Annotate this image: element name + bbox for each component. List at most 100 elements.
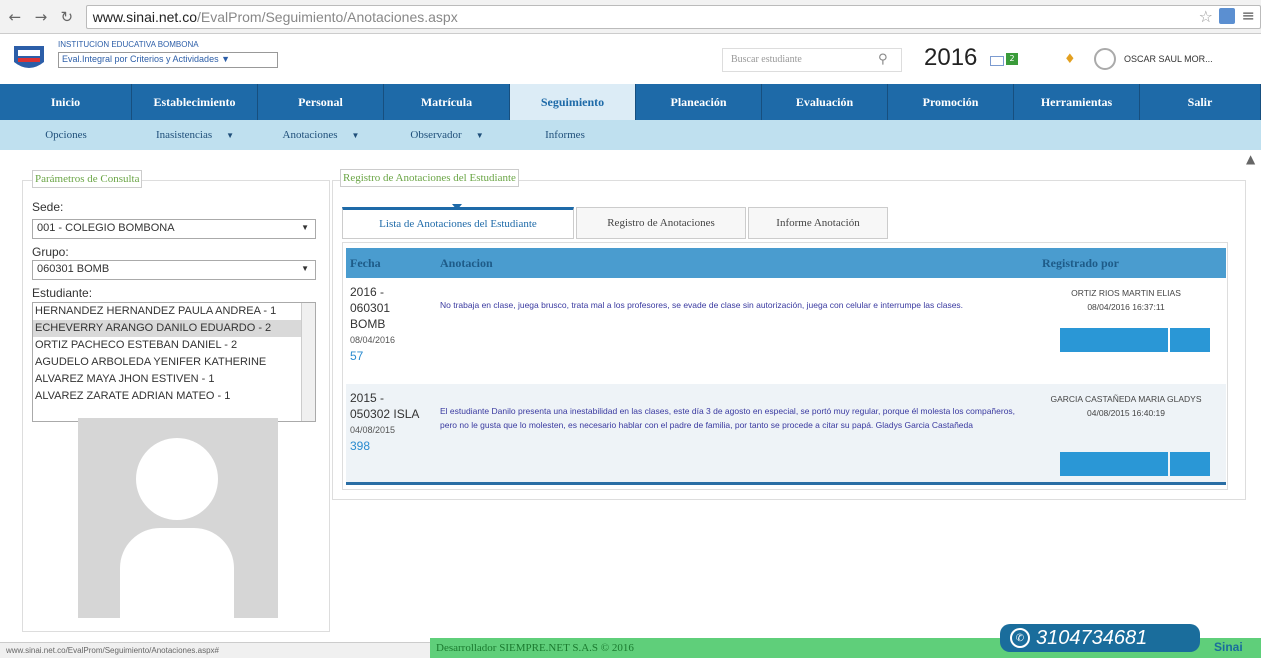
- nav-inicio[interactable]: Inicio: [0, 84, 132, 120]
- nav-establecimiento[interactable]: Establecimiento: [132, 84, 258, 120]
- fecha-cell: 2015 - 050302 ISLA 04/08/2015 398: [350, 390, 430, 454]
- browser-menu-icon[interactable]: ≡: [1242, 6, 1255, 25]
- active-tab-indicator: [452, 204, 462, 210]
- sub-nav: Opciones Inasistencias ▼ Anotaciones ▼ Obs…: [0, 120, 1261, 150]
- registered-by: ORTIZ RIOS MARTIN ELIAS: [1071, 288, 1181, 298]
- registered-at: 08/04/2016 16:37:11: [1087, 302, 1165, 312]
- status-bar-url: www.sinai.net.co/EvalProm/Seguimiento/An…: [0, 642, 430, 658]
- delete-button[interactable]: [1170, 452, 1210, 476]
- grupo-select[interactable]: 060301 BOMB ▼: [32, 260, 316, 280]
- chevron-down-icon: ▼: [351, 130, 360, 140]
- user-name[interactable]: OSCAR SAUL MOR...: [1124, 54, 1213, 64]
- estudiante-label: Estudiante:: [32, 286, 93, 300]
- chevron-down-icon: ▼: [475, 130, 484, 140]
- nav-personal[interactable]: Personal: [258, 84, 384, 120]
- grupo-value: 060301 BOMB: [37, 263, 110, 275]
- tab-registro-anotaciones[interactable]: Registro de Anotaciones: [576, 207, 746, 239]
- anotacion-text: No trabaja en clase, juega brusco, trata…: [440, 300, 964, 310]
- fecha-cell: 2016 - 060301 BOMB 08/04/2016 57: [350, 284, 430, 364]
- table-row: 2016 - 060301 BOMB 08/04/2016 57 No trab…: [346, 278, 1226, 384]
- subnav-opciones[interactable]: Opciones: [0, 120, 132, 150]
- subnav-informes-label: Informes: [545, 129, 585, 141]
- subnav-anotaciones[interactable]: Anotaciones ▼: [258, 120, 384, 150]
- tab-bar: Lista de Anotaciones del Estudiante Regi…: [342, 207, 890, 239]
- address-bar[interactable]: www.sinai.net.co/EvalProm/Seguimiento/An…: [85, 4, 1261, 29]
- chevron-down-icon: ▼: [301, 264, 309, 273]
- row-date: 08/04/2016: [350, 335, 396, 345]
- col-anotacion[interactable]: Anotacion: [440, 256, 493, 271]
- forward-icon[interactable]: →: [30, 6, 52, 28]
- list-item[interactable]: ALVAREZ ZARATE ADRIAN MATEO - 1: [33, 388, 315, 405]
- row-date: 04/08/2015: [350, 425, 396, 435]
- whatsapp-icon: ✆: [1010, 628, 1030, 648]
- subnav-informes[interactable]: Informes: [510, 120, 620, 150]
- delete-button[interactable]: [1170, 328, 1210, 352]
- back-icon[interactable]: ←: [4, 6, 26, 28]
- eval-type-select[interactable]: Eval.Integral por Criterios y Actividade…: [58, 52, 278, 68]
- bookmark-star-icon[interactable]: ☆: [1199, 7, 1213, 26]
- user-avatar-icon[interactable]: [1094, 48, 1116, 70]
- nav-promocion[interactable]: Promoción: [888, 84, 1014, 120]
- edit-button[interactable]: [1060, 328, 1168, 352]
- registered-by: GARCIA CASTAÑEDA MARIA GLADYS: [1050, 394, 1202, 404]
- url-path: /EvalProm/Seguimiento/Anotaciones.aspx: [197, 8, 458, 25]
- scroll-up-icon[interactable]: ▲: [1246, 152, 1255, 166]
- subnav-observador-label: Observador: [410, 129, 462, 141]
- row-group: 060301: [350, 301, 391, 315]
- subnav-inasistencias[interactable]: Inasistencias ▼: [132, 120, 258, 150]
- whatsapp-number: 3104734681: [1036, 626, 1148, 649]
- col-fecha[interactable]: Fecha: [350, 256, 381, 271]
- student-search-input[interactable]: Buscar estudiante: [722, 48, 902, 72]
- sede-value: 001 - COLEGIO BOMBONA: [37, 222, 175, 234]
- year-display: 2016: [924, 44, 978, 71]
- browser-toolbar: ← → ↻ www.sinai.net.co/EvalProm/Seguimie…: [0, 0, 1261, 34]
- list-item[interactable]: ALVAREZ MAYA JHON ESTIVEN - 1: [33, 371, 315, 388]
- tab-informe-anotacion[interactable]: Informe Anotación: [748, 207, 888, 239]
- query-legend: Parámetros de Consulta: [32, 170, 143, 188]
- sede-select[interactable]: 001 - COLEGIO BOMBONA ▼: [32, 219, 316, 239]
- nav-herramientas[interactable]: Herramientas: [1014, 84, 1140, 120]
- developer-credit: Desarrollador SIEMPRE.NET S.A.S © 2016: [436, 642, 634, 654]
- row-group: 050302 ISLA: [350, 407, 420, 421]
- row-year: 2015 -: [350, 391, 385, 405]
- app-header: INSTITUCION EDUCATIVA BOMBONA Eval.Integ…: [0, 34, 1261, 84]
- nav-planeacion[interactable]: Planeación: [636, 84, 762, 120]
- list-item[interactable]: AGUDELO ARBOLEDA YENIFER KATHERINE: [33, 354, 315, 371]
- grupo-label: Grupo:: [32, 245, 69, 259]
- registrado-cell: ORTIZ RIOS MARTIN ELIAS 08/04/2016 16:37…: [1026, 286, 1226, 314]
- tab-lista-anotaciones[interactable]: Lista de Anotaciones del Estudiante: [342, 207, 574, 239]
- url-host: www.sinai.net.co: [92, 8, 197, 25]
- table-row: 2015 - 050302 ISLA 04/08/2015 398 El est…: [346, 384, 1226, 482]
- row-id-link[interactable]: 57: [350, 348, 430, 364]
- table-bottom-border: [346, 482, 1226, 485]
- extension-icon[interactable]: [1219, 8, 1235, 24]
- student-listbox[interactable]: HERNANDEZ HERNANDEZ PAULA ANDREA - 1 ECH…: [32, 302, 316, 422]
- mail-icon[interactable]: [990, 56, 1004, 66]
- nav-seguimiento[interactable]: Seguimiento: [510, 84, 636, 120]
- search-icon[interactable]: ⚲: [878, 52, 888, 67]
- chevron-down-icon: ▼: [301, 223, 309, 232]
- institution-logo: [14, 46, 44, 68]
- whatsapp-contact[interactable]: ✆ 3104734681: [1000, 624, 1200, 652]
- avatar-head: [136, 438, 218, 520]
- list-item[interactable]: ORTIZ PACHECO ESTEBAN DANIEL - 2: [33, 337, 315, 354]
- nav-evaluacion[interactable]: Evaluación: [762, 84, 888, 120]
- reload-icon[interactable]: ↻: [56, 6, 78, 28]
- col-registrado-por[interactable]: Registrado por: [1042, 256, 1119, 271]
- chevron-down-icon: ▼: [226, 130, 235, 140]
- sinai-logo: Sinai: [1214, 640, 1243, 654]
- nav-salir[interactable]: Salir: [1140, 84, 1261, 120]
- edit-button[interactable]: [1060, 452, 1168, 476]
- table-header: Fecha Anotacion Registrado por: [346, 248, 1226, 278]
- mail-badge: 2: [1006, 53, 1018, 65]
- subnav-observador[interactable]: Observador ▼: [384, 120, 510, 150]
- list-item[interactable]: ECHEVERRY ARANGO DANILO EDUARDO - 2: [33, 320, 315, 337]
- list-item[interactable]: HERNANDEZ HERNANDEZ PAULA ANDREA - 1: [33, 303, 315, 320]
- eval-type-value: Eval.Integral por Criterios y Actividade…: [62, 54, 219, 64]
- row-id-link[interactable]: 398: [350, 438, 430, 454]
- nav-matricula[interactable]: Matrícula: [384, 84, 510, 120]
- bell-icon[interactable]: ♦: [1064, 52, 1076, 67]
- list-scrollbar[interactable]: [301, 303, 315, 421]
- row-group2: BOMB: [350, 317, 386, 331]
- avatar-body: [120, 528, 234, 618]
